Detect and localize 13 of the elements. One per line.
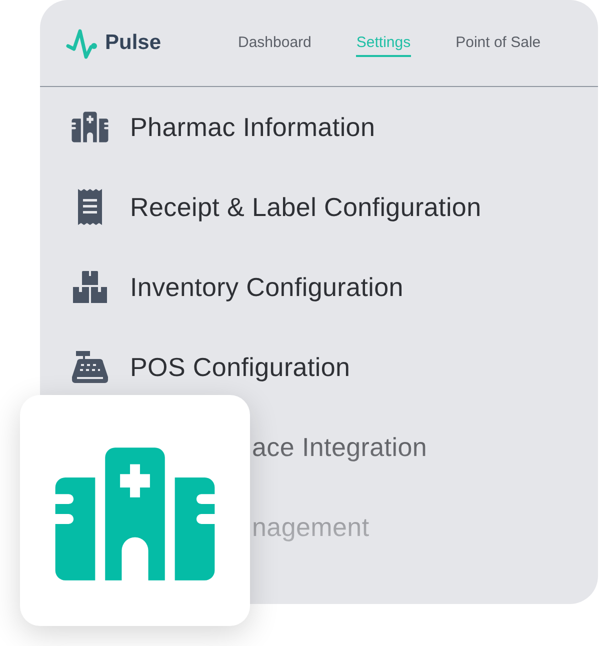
menu-item[interactable]: Inventory Configuration: [130, 272, 404, 302]
menu-item[interactable]: Receipt & Label Configuration: [130, 192, 482, 222]
menu-item[interactable]: ace Integration: [252, 432, 428, 462]
hospital-icon: [71, 111, 109, 143]
menu-item[interactable]: Pharmac Information: [130, 112, 376, 142]
nav-tab[interactable]: Point of Sale: [456, 30, 541, 56]
receipt-icon: [76, 189, 104, 225]
brand-name: Pulse: [105, 31, 162, 55]
boxes-icon: [71, 271, 109, 303]
pulse-logo-icon: [65, 27, 99, 59]
menu-item[interactable]: POS Configuration: [130, 352, 350, 382]
nav-tab[interactable]: Dashboard: [238, 30, 312, 56]
register-icon: [71, 351, 109, 383]
